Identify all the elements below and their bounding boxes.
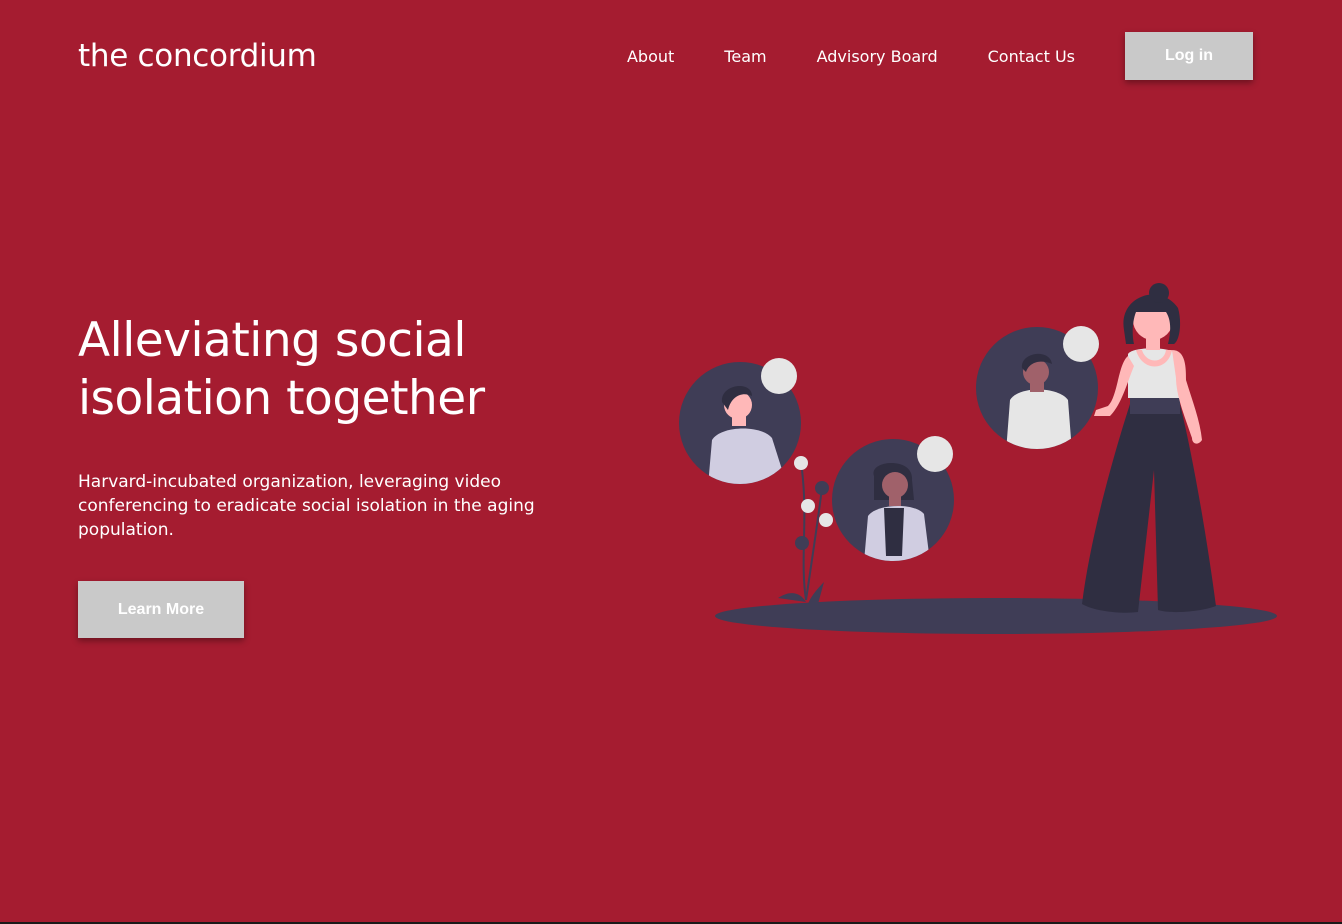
hero-title: Alleviating social isolation together — [78, 312, 638, 428]
person-bubble-man-icon — [679, 358, 801, 484]
login-button[interactable]: Log in — [1125, 32, 1253, 80]
brand-logo[interactable]: the concordium — [78, 36, 317, 76]
hero-subtitle: Harvard-incubated organization, leveragi… — [78, 472, 535, 540]
main-nav: About Team Advisory Board Contact Us Log… — [627, 32, 1253, 80]
nav-link-advisory-board[interactable]: Advisory Board — [817, 47, 938, 66]
hero-title-line-2: isolation together — [78, 371, 485, 426]
nav-link-contact-us[interactable]: Contact Us — [988, 47, 1075, 66]
woman-figure-icon — [1082, 283, 1216, 613]
landing-page: the concordium About Team Advisory Board… — [0, 0, 1342, 924]
person-bubble-man-2-icon — [976, 326, 1099, 449]
plant-icon — [778, 456, 833, 604]
hero-title-line-1: Alleviating social — [78, 313, 466, 368]
video-call-people-illustration — [679, 283, 1277, 634]
person-bubble-woman-icon — [832, 436, 954, 561]
nav-link-about[interactable]: About — [627, 47, 674, 66]
nav-link-team[interactable]: Team — [724, 47, 766, 66]
learn-more-button[interactable]: Learn More — [78, 581, 244, 638]
